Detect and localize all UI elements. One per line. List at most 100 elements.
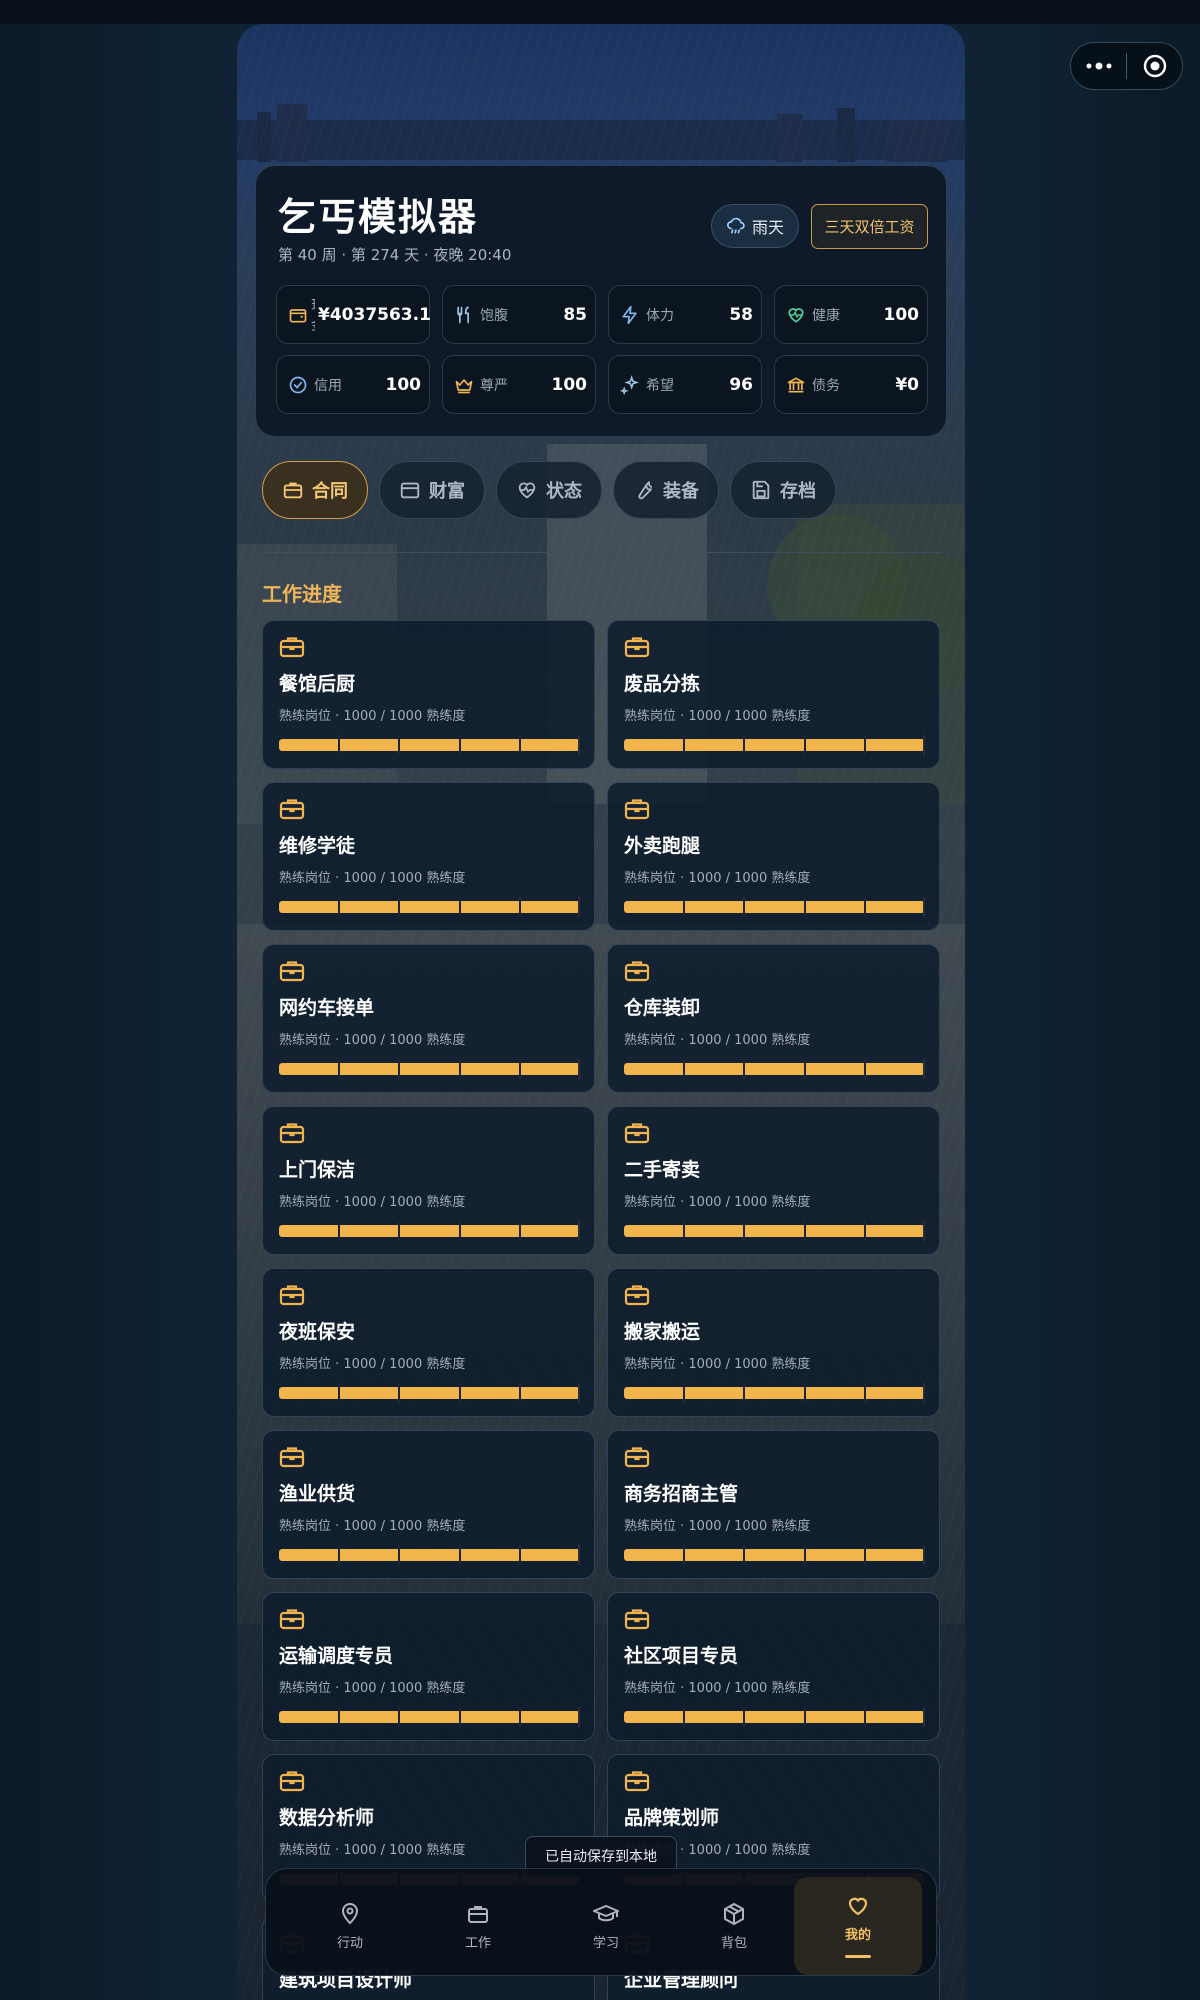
bottom-nav: 行动 工作 学习 背包 我的 (265, 1868, 937, 1976)
job-progress-tick (864, 735, 866, 755)
job-card[interactable]: 餐馆后厨 熟练岗位 · 1000 / 1000 熟练度 (262, 620, 595, 769)
job-progress-tick (804, 735, 806, 755)
briefcase-icon (283, 482, 303, 499)
job-name: 上门保洁 (279, 1159, 356, 1181)
stat-value: ¥4037563.1 (318, 304, 431, 325)
main-tabs: 合同 财富 状态 装备 存档 (262, 461, 942, 519)
job-name: 渔业供货 (279, 1483, 356, 1505)
briefcase-icon (279, 637, 305, 658)
job-card[interactable]: 网约车接单 熟练岗位 · 1000 / 1000 熟练度 (262, 944, 595, 1093)
job-progress-fill (279, 1711, 580, 1723)
job-card[interactable]: 维修学徒 熟练岗位 · 1000 / 1000 熟练度 (262, 782, 595, 931)
job-progress-tick (923, 735, 925, 755)
tab-equipment[interactable]: 装备 (613, 461, 719, 519)
tab-save[interactable]: 存档 (730, 461, 836, 519)
job-progress-fill (624, 1225, 925, 1237)
wallet-icon (400, 482, 420, 499)
job-card[interactable]: 外卖跑腿 熟练岗位 · 1000 / 1000 熟练度 (607, 782, 940, 931)
job-name: 搬家搬运 (624, 1321, 701, 1343)
stat-cash: 现金 ¥4037563.1 (276, 285, 431, 344)
nav-mine[interactable]: 我的 (794, 1877, 922, 1975)
weather-badge[interactable]: 雨天 (711, 204, 799, 248)
tab-label: 财富 (429, 481, 465, 502)
job-card[interactable]: 废品分拣 熟练岗位 · 1000 / 1000 熟练度 (607, 620, 940, 769)
job-card[interactable]: 渔业供货 熟练岗位 · 1000 / 1000 熟练度 (262, 1430, 595, 1579)
job-progress-tick (683, 1707, 685, 1727)
stat-hope: 希望 96 (608, 355, 762, 414)
job-card[interactable]: 上门保洁 熟练岗位 · 1000 / 1000 熟练度 (262, 1106, 595, 1255)
job-progress-tick (804, 897, 806, 917)
job-progress-tick (578, 897, 580, 917)
stat-value: 100 (883, 304, 920, 325)
job-card[interactable]: 夜班保安 熟练岗位 · 1000 / 1000 熟练度 (262, 1268, 595, 1417)
job-progress-tick (459, 1221, 461, 1241)
app-screen: 乞丐模拟器 第 40 周 · 第 274 天 · 夜晚 20:40 雨天 三天双… (237, 24, 965, 2000)
close-miniprogram-button[interactable] (1127, 43, 1182, 89)
job-progress-tick (459, 1059, 461, 1079)
job-progress-tick (519, 1383, 521, 1403)
game-date-time: 第 40 周 · 第 274 天 · 夜晚 20:40 (278, 246, 512, 264)
tab-wealth[interactable]: 财富 (379, 461, 485, 519)
job-progress-tick (743, 735, 745, 755)
job-progress-tick (743, 1221, 745, 1241)
tab-label: 存档 (780, 481, 816, 502)
job-progress-tick (578, 735, 580, 755)
tab-status[interactable]: 状态 (496, 461, 602, 519)
nav-label: 工作 (464, 1935, 491, 1951)
sparkle-icon (619, 374, 641, 396)
cloud-rain-icon (727, 217, 745, 234)
job-progress-fill (279, 1387, 580, 1399)
job-progress-tick (338, 897, 340, 917)
job-card[interactable]: 搬家搬运 熟练岗位 · 1000 / 1000 熟练度 (607, 1268, 940, 1417)
job-card[interactable]: 商务招商主管 熟练岗位 · 1000 / 1000 熟练度 (607, 1430, 940, 1579)
job-progress-tick (338, 1383, 340, 1403)
job-progress-fill (624, 901, 925, 913)
job-progress-tick (578, 1383, 580, 1403)
briefcase-icon (279, 1447, 305, 1468)
nav-backpack[interactable]: 背包 (670, 1877, 798, 1975)
job-card[interactable]: 运输调度专员 熟练岗位 · 1000 / 1000 熟练度 (262, 1592, 595, 1741)
job-progress-bar (279, 1387, 580, 1399)
job-card[interactable]: 二手寄卖 熟练岗位 · 1000 / 1000 熟练度 (607, 1106, 940, 1255)
job-meta: 熟练岗位 · 1000 / 1000 熟练度 (279, 871, 466, 886)
briefcase-icon (279, 799, 305, 820)
tab-label: 装备 (663, 481, 699, 502)
job-progress-tick (519, 1221, 521, 1241)
more-menu-button[interactable] (1071, 43, 1126, 89)
nav-action[interactable]: 行动 (286, 1877, 414, 1975)
section-title: 工作进度 (262, 582, 342, 606)
stat-stamina: 体力 58 (608, 285, 762, 344)
job-progress-fill (279, 739, 580, 751)
job-progress-tick (519, 897, 521, 917)
tab-contract[interactable]: 合同 (262, 461, 368, 519)
job-progress-tick (398, 1707, 400, 1727)
stat-value: 100 (551, 374, 588, 395)
nav-work[interactable]: 工作 (414, 1877, 542, 1975)
job-progress-tick (743, 1383, 745, 1403)
job-progress-tick (683, 897, 685, 917)
nav-label: 背包 (720, 1935, 747, 1951)
briefcase-icon (624, 1609, 650, 1630)
nav-study[interactable]: 学习 (542, 1877, 670, 1975)
active-indicator (845, 1955, 871, 1958)
stat-label: 债务 (812, 377, 840, 394)
lightning-icon (619, 304, 641, 326)
job-progress-tick (398, 1545, 400, 1565)
job-card[interactable]: 社区项目专员 熟练岗位 · 1000 / 1000 熟练度 (607, 1592, 940, 1741)
weather-label: 雨天 (751, 218, 784, 237)
stat-label: 体力 (646, 307, 674, 324)
job-card[interactable]: 仓库装卸 熟练岗位 · 1000 / 1000 熟练度 (607, 944, 940, 1093)
stat-health: 健康 100 (774, 285, 928, 344)
heart-pulse-icon (785, 304, 807, 326)
job-progress-tick (804, 1221, 806, 1241)
package-icon (724, 1902, 744, 1925)
job-progress-tick (923, 1221, 925, 1241)
double-wage-badge[interactable]: 三天双倍工资 (811, 204, 928, 249)
mini-program-capsule (1070, 42, 1183, 90)
job-name: 品牌策划师 (624, 1807, 720, 1829)
job-progress-bar (279, 1549, 580, 1561)
crown-icon (453, 374, 475, 396)
stat-dignity: 尊严 100 (442, 355, 596, 414)
job-progress-fill (279, 901, 580, 913)
job-progress-bar (624, 1549, 925, 1561)
